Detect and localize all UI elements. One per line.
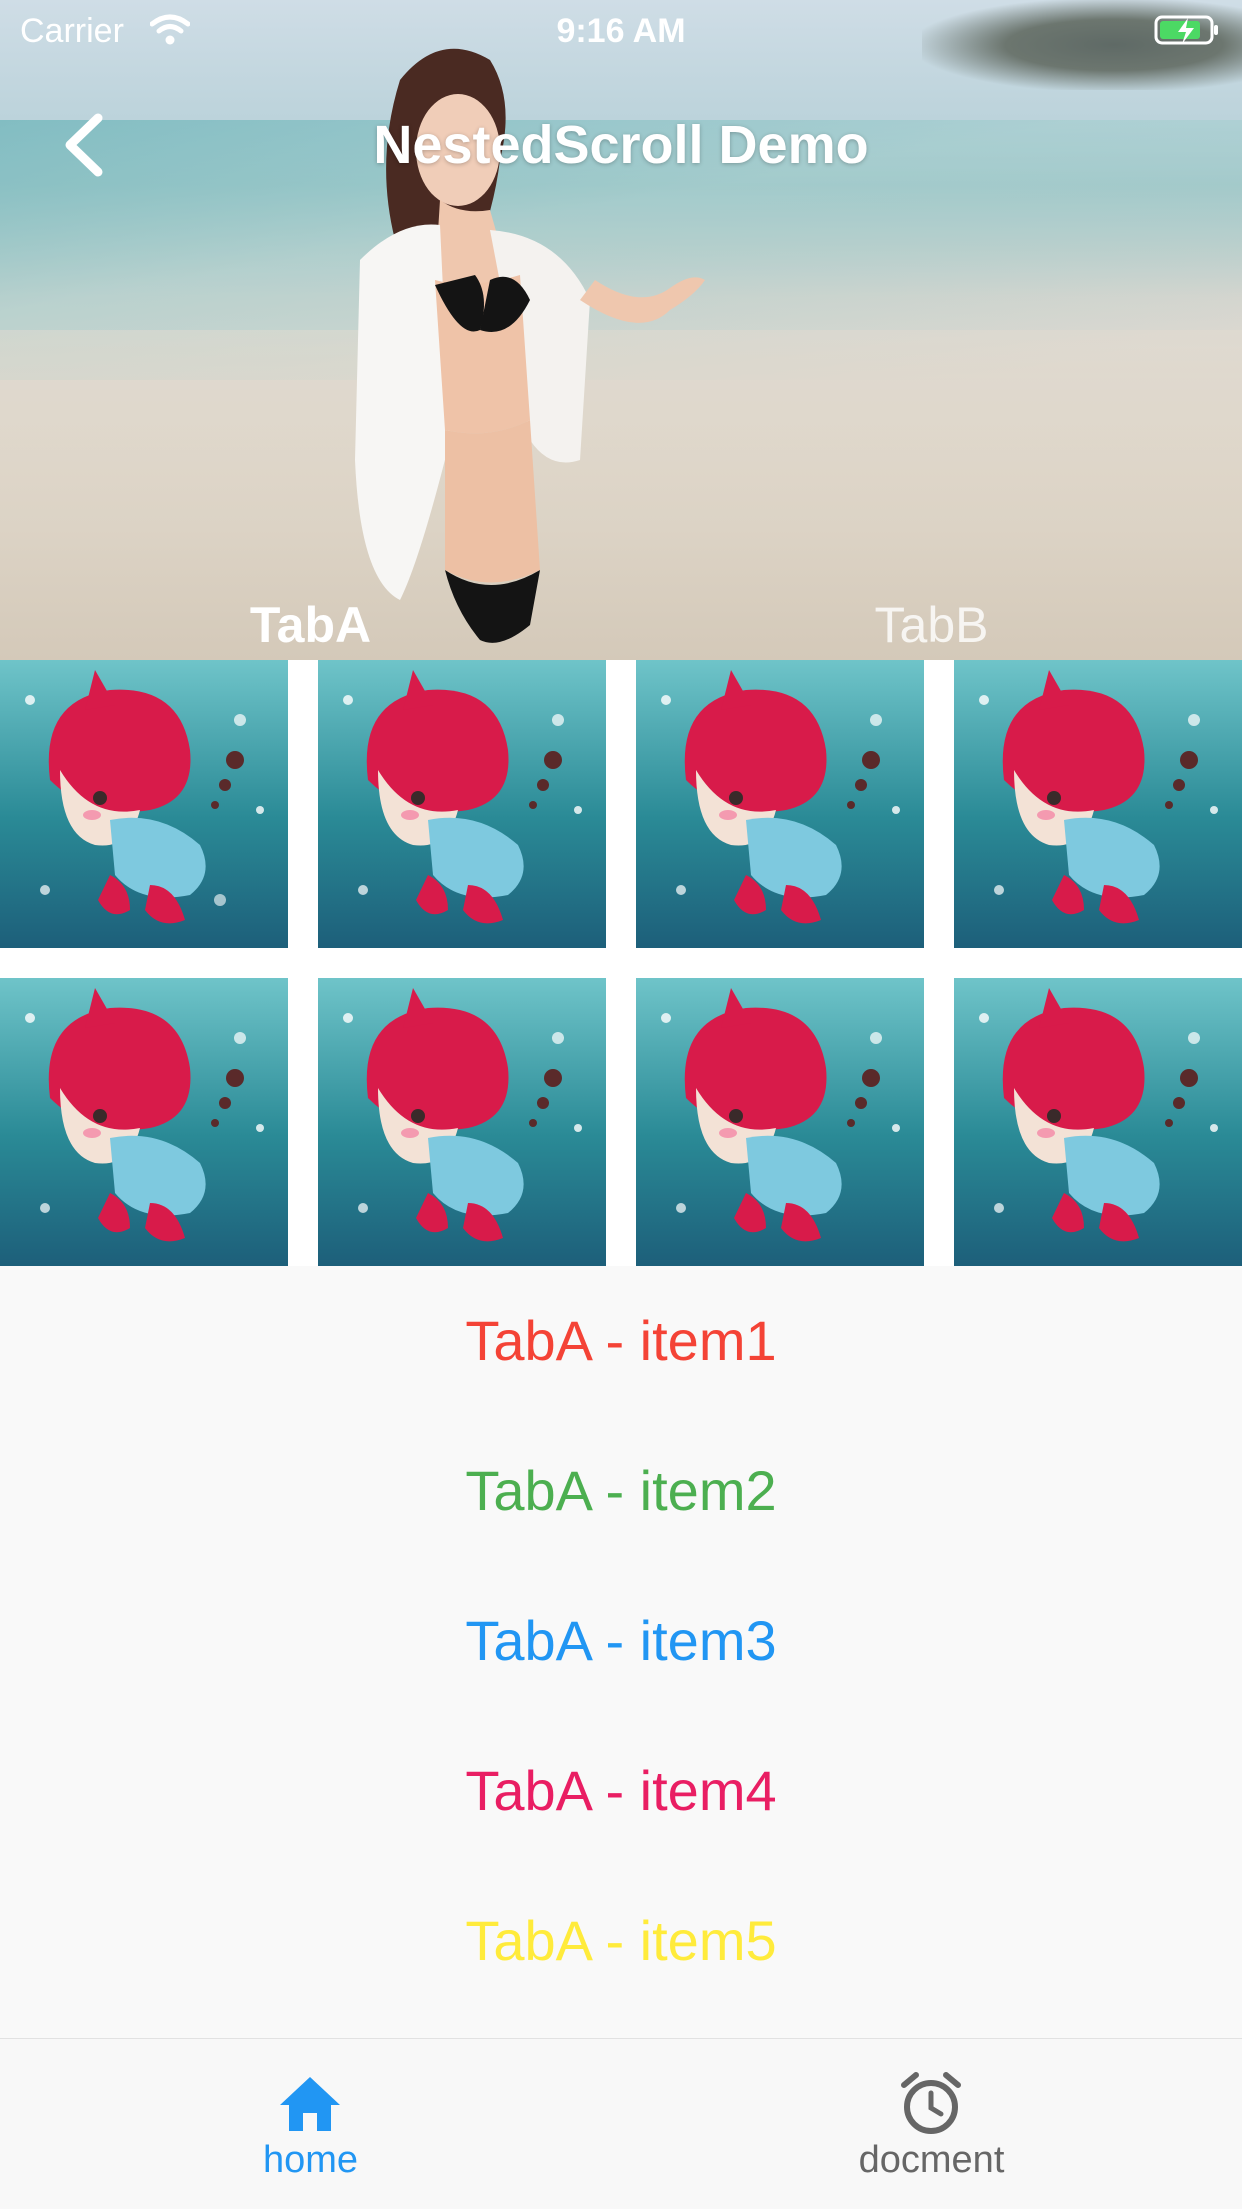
page-title: NestedScroll Demo [373, 115, 869, 175]
list-item[interactable]: TabA - item1 [0, 1266, 1242, 1416]
cartoon-character-image [636, 660, 924, 948]
cartoon-character-image [318, 660, 606, 948]
battery-charging-icon [1154, 15, 1218, 45]
bottom-tab-bar: home docment [0, 2038, 1242, 2209]
tabbar-item-home[interactable]: home [0, 2039, 621, 2209]
status-bar: Carrier 9:16 AM [0, 0, 1242, 60]
grid-tile[interactable] [636, 978, 924, 1266]
tab-b[interactable]: TabB [621, 596, 1242, 654]
tabbar-label-home: home [262, 2139, 359, 2181]
item-list: TabA - item1 TabA - item2 TabA - item3 T… [0, 1266, 1242, 2016]
list-item[interactable]: TabA - item2 [0, 1416, 1242, 1566]
tabbar-label-docment: docment [858, 2139, 1005, 2181]
grid-tile[interactable] [954, 978, 1242, 1266]
cartoon-character-image [0, 660, 288, 948]
tabbar-item-docment[interactable]: docment [621, 2039, 1242, 2209]
alarm-clock-icon [901, 2072, 961, 2134]
grid-tile[interactable] [954, 660, 1242, 948]
tab-a[interactable]: TabA [0, 596, 621, 654]
list-item[interactable]: TabA - item3 [0, 1566, 1242, 1716]
grid-tile[interactable] [318, 978, 606, 1266]
cartoon-character-image [954, 660, 1242, 948]
home-icon [280, 2077, 340, 2131]
grid-tile[interactable] [636, 660, 924, 948]
grid-tile[interactable] [0, 660, 288, 948]
cartoon-character-image [636, 978, 924, 1266]
image-grid [0, 660, 1242, 1266]
cartoon-character-image [318, 978, 606, 1266]
list-item[interactable]: TabA - item4 [0, 1716, 1242, 1866]
status-time: 9:16 AM [556, 12, 686, 50]
grid-tile[interactable] [318, 660, 606, 948]
cartoon-character-image [954, 978, 1242, 1266]
grid-tile[interactable] [0, 978, 288, 1266]
list-item[interactable]: TabA - item5 [0, 1866, 1242, 2016]
header-banner: Carrier 9:16 AM NestedScroll Demo TabA T… [0, 0, 1242, 660]
cartoon-character-image [0, 978, 288, 1266]
